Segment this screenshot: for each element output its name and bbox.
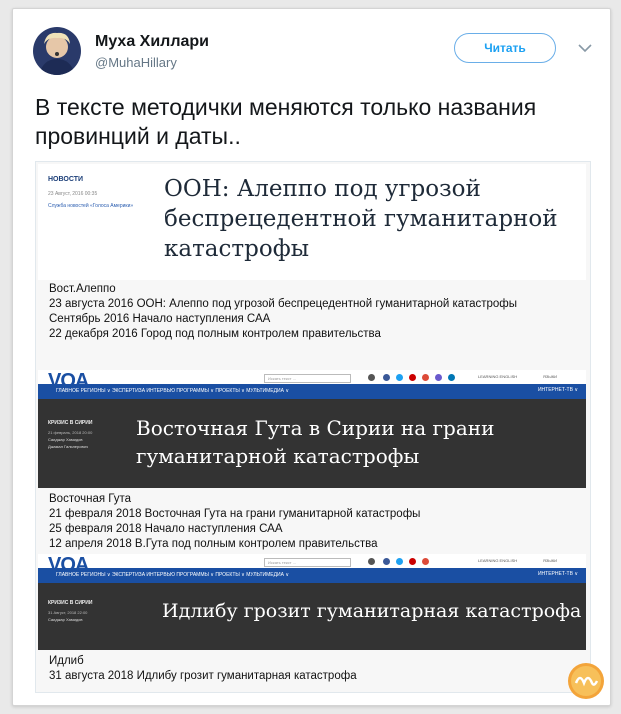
avatar[interactable] bbox=[33, 27, 81, 75]
facebook-icon bbox=[383, 374, 390, 381]
article-screenshot-ghouta: VOA Искать текст ... LEARNING ENGLISH ЯЗ… bbox=[38, 370, 586, 488]
nav-menu: ГЛАВНОЕ РЕГИОНЫ ∨ ЭКСПЕРТИЗА ИНТЕРВЬЮ ПР… bbox=[56, 572, 289, 578]
timeline-line: 31 августа 2018 Идлибу грозит гуманитарн… bbox=[49, 670, 357, 682]
timeline-aleppo: Вост.Алеппо 23 августа 2016 ООН: Алеппо … bbox=[49, 282, 577, 342]
timeline-line: 12 апреля 2018 В.Гута под полным контрол… bbox=[49, 538, 378, 550]
article-headline: Идлибу грозит гуманитарная катастрофа bbox=[162, 600, 582, 622]
article-author: Саиджар Хамидов bbox=[48, 437, 83, 442]
search-icon bbox=[368, 374, 375, 381]
section-label: КРИЗИС В СИРИИ bbox=[48, 600, 93, 606]
google-plus-icon bbox=[422, 374, 429, 381]
article-screenshot-idlib: VOA Искать текст ... LEARNING ENGLISH ЯЗ… bbox=[38, 554, 586, 650]
ok-icon bbox=[448, 374, 455, 381]
article-date: 23 Август, 2016 00:35 bbox=[48, 191, 98, 197]
instagram-icon bbox=[435, 374, 442, 381]
facebook-icon bbox=[383, 558, 390, 565]
timeline-line: 25 февраля 2018 Начало наступления САА bbox=[49, 523, 283, 535]
internet-tv-link: ИНТЕРНЕТ-ТВ ∨ bbox=[537, 571, 578, 577]
twitter-icon bbox=[396, 558, 403, 565]
site-header: VOA Искать текст ... LEARNING ENGLISH ЯЗ… bbox=[38, 554, 586, 576]
chevron-down-icon[interactable] bbox=[573, 36, 597, 60]
timeline-line: Восточная Гута bbox=[49, 493, 131, 505]
tweet-media[interactable]: НОВОСТИ 23 Август, 2016 00:35 Служба нов… bbox=[35, 161, 591, 693]
search-input: Искать текст ... bbox=[264, 558, 351, 567]
article-headline: ООН: Алеппо под угрозой беспрецедентной … bbox=[164, 176, 558, 262]
article-date: 21 февраль, 2018 20:00 bbox=[48, 430, 93, 435]
youtube-icon bbox=[409, 374, 416, 381]
timeline-idlib: Идлиб 31 августа 2018 Идлибу грозит гума… bbox=[49, 654, 577, 684]
timeline-line: Сентябрь 2016 Начало наступления САА bbox=[49, 313, 271, 325]
languages-link: ЯЗЫКИ bbox=[543, 374, 558, 379]
learning-english-link: LEARNING ENGLISH bbox=[478, 558, 518, 563]
twitter-icon bbox=[396, 374, 403, 381]
nav-menu: ГЛАВНОЕ РЕГИОНЫ ∨ ЭКСПЕРТИЗА ИНТЕРВЬЮ ПР… bbox=[56, 388, 289, 394]
internet-tv-link: ИНТЕРНЕТ-ТВ ∨ bbox=[537, 387, 578, 393]
timeline-line: 21 февраля 2018 Восточная Гута на грани … bbox=[49, 508, 421, 520]
youtube-icon bbox=[409, 558, 416, 565]
timeline-line: 22 декабря 2016 Город под полным контрол… bbox=[49, 328, 381, 340]
article-screenshot-aleppo: НОВОСТИ 23 Август, 2016 00:35 Служба нов… bbox=[38, 164, 586, 280]
article-author: Джамал Гальперович bbox=[48, 444, 88, 449]
article-headline: Восточная Гута в Сирии на грани гуманита… bbox=[136, 416, 495, 468]
timeline-line: 23 августа 2016 ООН: Алеппо под угрозой … bbox=[49, 298, 518, 310]
site-nav: ГЛАВНОЕ РЕГИОНЫ ∨ ЭКСПЕРТИЗА ИНТЕРВЬЮ ПР… bbox=[38, 568, 586, 583]
timeline-ghouta: Восточная Гута 21 февраля 2018 Восточная… bbox=[49, 492, 577, 552]
site-nav: ГЛАВНОЕ РЕГИОНЫ ∨ ЭКСПЕРТИЗА ИНТЕРВЬЮ ПР… bbox=[38, 384, 586, 399]
article-date: 31 Август, 2018 22:00 bbox=[48, 610, 88, 615]
learning-english-link: LEARNING ENGLISH bbox=[478, 374, 518, 379]
search-input: Искать текст ... bbox=[264, 374, 351, 383]
search-icon bbox=[368, 558, 375, 565]
google-plus-icon bbox=[422, 558, 429, 565]
author-name[interactable]: Муха Хиллари bbox=[95, 33, 209, 51]
article-meta: КРИЗИС В СИРИИ 21 февраль, 2018 20:00 Са… bbox=[48, 420, 128, 449]
timeline-line: Вост.Алеппо bbox=[49, 283, 116, 295]
section-label: НОВОСТИ bbox=[48, 176, 84, 183]
tweet-text: В тексте методички меняются только назва… bbox=[35, 94, 537, 149]
languages-link: ЯЗЫКИ bbox=[543, 558, 558, 563]
author-handle[interactable]: @MuhaHillary bbox=[95, 55, 177, 70]
section-label: КРИЗИС В СИРИИ bbox=[48, 420, 93, 426]
site-header: VOA Искать текст ... LEARNING ENGLISH ЯЗ… bbox=[38, 370, 586, 392]
follow-button[interactable]: Читать bbox=[454, 33, 556, 63]
article-meta: КРИЗИС В СИРИИ 31 Август, 2018 22:00 Саи… bbox=[48, 600, 128, 622]
article-meta: НОВОСТИ 23 Август, 2016 00:35 Служба нов… bbox=[48, 176, 156, 210]
article-author: Саиджар Хамидов bbox=[48, 617, 83, 622]
tweet-card: Муха Хиллари @MuhaHillary Читать В текст… bbox=[12, 8, 611, 706]
timeline-line: Идлиб bbox=[49, 655, 84, 667]
watermark-logo bbox=[566, 661, 606, 701]
article-source: Служба новостей «Голоса Америки» bbox=[48, 203, 134, 209]
